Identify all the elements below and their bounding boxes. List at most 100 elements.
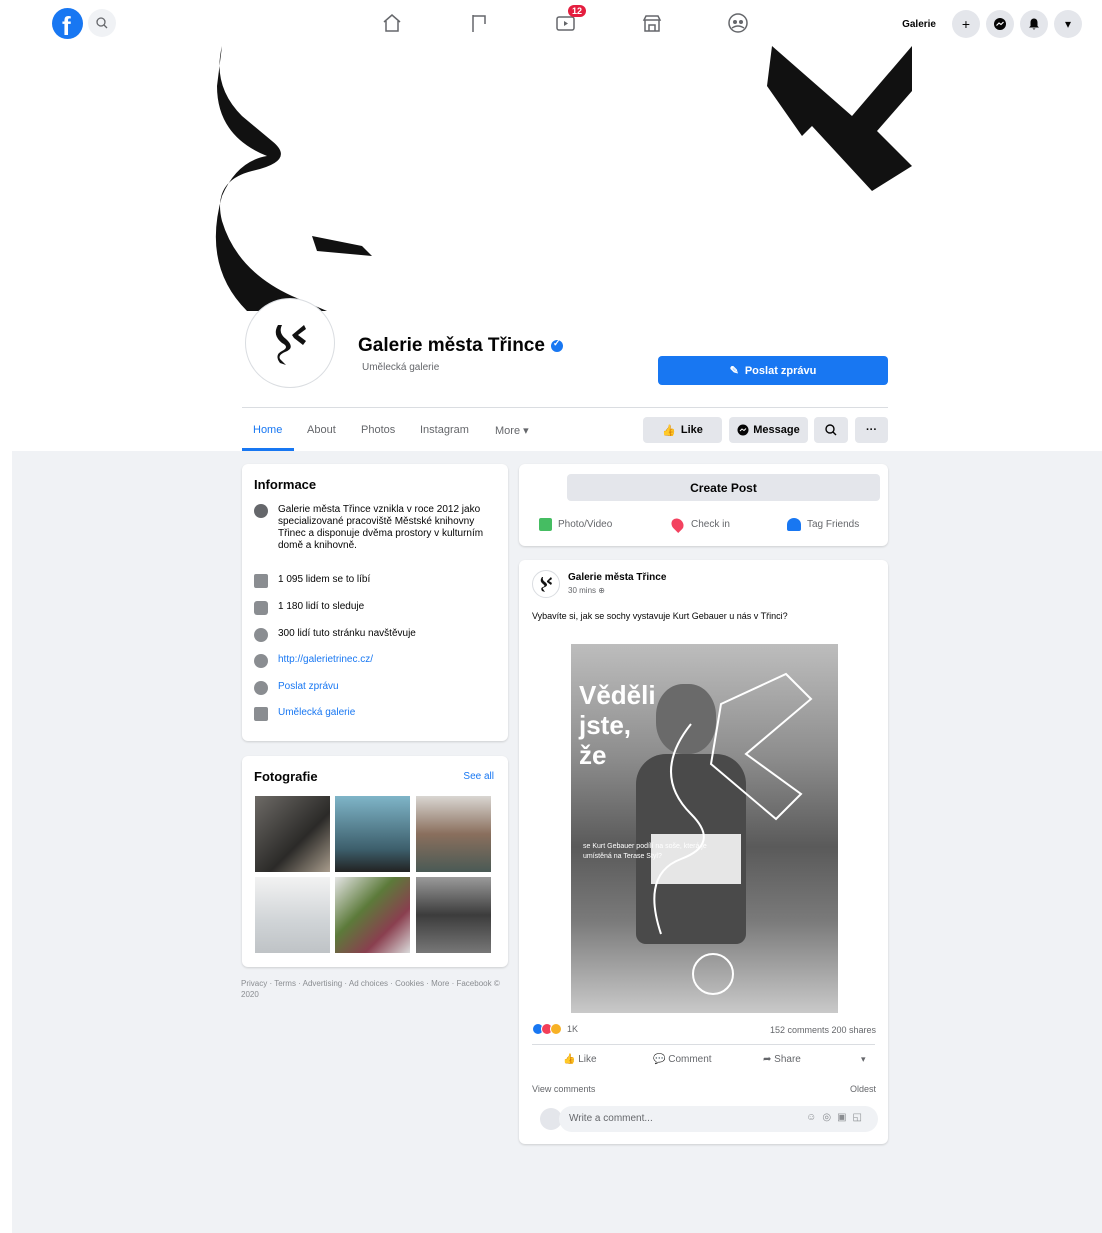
post-image[interactable]: Věděli jste, že se Kurt Gebauer podílí n…: [571, 644, 838, 1013]
marketplace-icon[interactable]: [640, 11, 664, 35]
post-comment-label: Comment: [668, 1054, 712, 1065]
post-comment-button[interactable]: 💬 Comment: [653, 1054, 712, 1065]
thumbs-up-icon: 👍: [662, 424, 676, 437]
globe-icon: [254, 654, 268, 668]
search-icon: [825, 424, 837, 436]
search-button[interactable]: [88, 9, 116, 37]
page-avatar[interactable]: [245, 298, 335, 388]
view-comments-link[interactable]: View comments: [532, 1084, 595, 1094]
location-pin-icon: [669, 516, 686, 533]
sticker-icon[interactable]: ◱: [853, 1112, 868, 1123]
post-like-button[interactable]: 👍 Like: [563, 1054, 597, 1065]
top-navigation: f 12 Galerie + ▾: [0, 0, 1102, 46]
tab-photos[interactable]: Photos: [361, 424, 395, 436]
message-page-button[interactable]: Message: [729, 417, 808, 443]
info-website-row: http://galerietrinec.cz/: [254, 654, 373, 668]
photo-thumbnail[interactable]: [255, 796, 330, 872]
poster-body-text: se Kurt Gebauer podílí na soše, která je…: [583, 843, 707, 860]
caret-down-icon: ▾: [1064, 17, 1072, 31]
info-message-link[interactable]: Poslat zprávu: [278, 681, 339, 692]
comment-icon: 💬: [653, 1054, 666, 1065]
follow-check-icon: [254, 601, 268, 615]
tab-home[interactable]: Home: [253, 424, 282, 436]
facebook-logo-icon[interactable]: f: [52, 8, 83, 41]
comments-shares-count[interactable]: 152 comments 200 shares: [770, 1025, 876, 1035]
send-message-button[interactable]: ✎ Poslat zprávu: [658, 356, 888, 385]
create-button[interactable]: +: [952, 10, 980, 38]
share-icon: ➦: [763, 1054, 772, 1065]
search-page-button[interactable]: [814, 417, 848, 443]
poster-headline-line: jste,: [579, 710, 632, 740]
check-in-label: Check in: [691, 519, 730, 530]
photo-thumbnail[interactable]: [416, 877, 491, 953]
comment-tools: ☺◎▣◱: [806, 1112, 868, 1123]
like-page-button[interactable]: 👍 Like: [643, 417, 722, 443]
tab-about[interactable]: About: [307, 424, 336, 436]
post-text: Vybavíte si, jak se sochy vystavuje Kurt…: [532, 611, 788, 621]
share-options-caret-icon[interactable]: ▾: [861, 1054, 866, 1065]
cover-logo-art: [215, 46, 912, 311]
tag-friends-button[interactable]: Tag Friends: [787, 518, 859, 531]
comment-input[interactable]: Write a comment... ☺◎▣◱: [559, 1106, 878, 1132]
profile-shortcut[interactable]: Galerie: [902, 19, 936, 30]
poster-headline-line: Věděli: [579, 680, 656, 710]
cover-photo[interactable]: [12, 46, 1102, 451]
photo-thumbnail[interactable]: [335, 796, 410, 872]
photo-video-button[interactable]: Photo/Video: [539, 518, 612, 531]
footer-links[interactable]: Privacy · Terms · Advertising · Ad choic…: [241, 978, 511, 1000]
post-timestamp[interactable]: 30 mins ⊕: [568, 586, 605, 595]
gif-icon[interactable]: ▣: [837, 1112, 852, 1123]
more-options-button[interactable]: ···: [855, 417, 888, 443]
watch-video-icon[interactable]: 12: [554, 5, 586, 35]
bell-icon: [1029, 18, 1039, 30]
photo-video-icon: [539, 518, 552, 531]
search-icon: [96, 17, 108, 29]
tabs-divider: [242, 407, 888, 408]
composer-card: Create Post Photo/Video Check in Tag Fri…: [519, 464, 888, 546]
groups-icon[interactable]: [726, 11, 750, 35]
post-author-name[interactable]: Galerie města Třince: [568, 572, 666, 583]
comment-sort-dropdown[interactable]: Oldest: [850, 1084, 876, 1094]
like-page-label: Like: [680, 424, 703, 436]
camera-icon[interactable]: ◎: [822, 1112, 837, 1123]
thumbs-up-icon: 👍: [563, 1054, 576, 1065]
post-share-button[interactable]: ➦ Share: [763, 1054, 801, 1065]
emoji-icon[interactable]: ☺: [806, 1112, 822, 1123]
pencil-icon: ✎: [729, 365, 739, 377]
info-icon: [254, 504, 268, 518]
poster-headline: Věděli jste, že: [579, 680, 656, 770]
gallery-logo-icon: [275, 324, 306, 365]
messenger-button[interactable]: [986, 10, 1014, 38]
post-like-label: Like: [578, 1054, 597, 1065]
photo-thumbnail[interactable]: [335, 877, 410, 953]
plus-icon: +: [961, 16, 971, 32]
tab-more[interactable]: More ▾: [495, 424, 529, 437]
post-author-avatar[interactable]: [532, 570, 560, 598]
info-follows: 1 180 lidí to sleduje: [278, 601, 365, 612]
check-in-button[interactable]: Check in: [669, 516, 730, 533]
info-category-row: Umělecká galerie: [254, 707, 355, 721]
video-notification-badge: 12: [567, 5, 586, 17]
photo-thumbnail[interactable]: [416, 796, 491, 872]
home-icon[interactable]: [380, 11, 404, 35]
info-category-link[interactable]: Umělecká galerie: [278, 707, 355, 718]
pages-flag-icon[interactable]: [467, 11, 491, 35]
reactions-summary[interactable]: 1K: [532, 1023, 578, 1035]
see-all-photos-link[interactable]: See all: [463, 771, 494, 782]
notifications-button[interactable]: [1020, 10, 1048, 38]
tab-instagram[interactable]: Instagram: [420, 424, 469, 436]
photo-video-label: Photo/Video: [558, 519, 613, 530]
location-pin-icon: [254, 628, 268, 642]
send-message-label: Poslat zprávu: [744, 364, 817, 377]
create-post-button[interactable]: Create Post: [567, 474, 880, 501]
info-title: Informace: [254, 477, 317, 492]
reaction-count: 1K: [567, 1024, 579, 1034]
photo-thumbnail[interactable]: [255, 877, 330, 953]
messenger-icon: [994, 18, 1006, 30]
info-likes: 1 095 lidem se to líbí: [278, 574, 371, 585]
photos-card: Fotografie See all: [242, 756, 508, 967]
account-menu-button[interactable]: ▾: [1054, 10, 1082, 38]
info-visits-row: 300 lidí tuto stránku navštěvuje: [254, 628, 416, 642]
info-likes-row: 1 095 lidem se to líbí: [254, 574, 370, 588]
website-link[interactable]: http://galerietrinec.cz/: [278, 654, 373, 665]
